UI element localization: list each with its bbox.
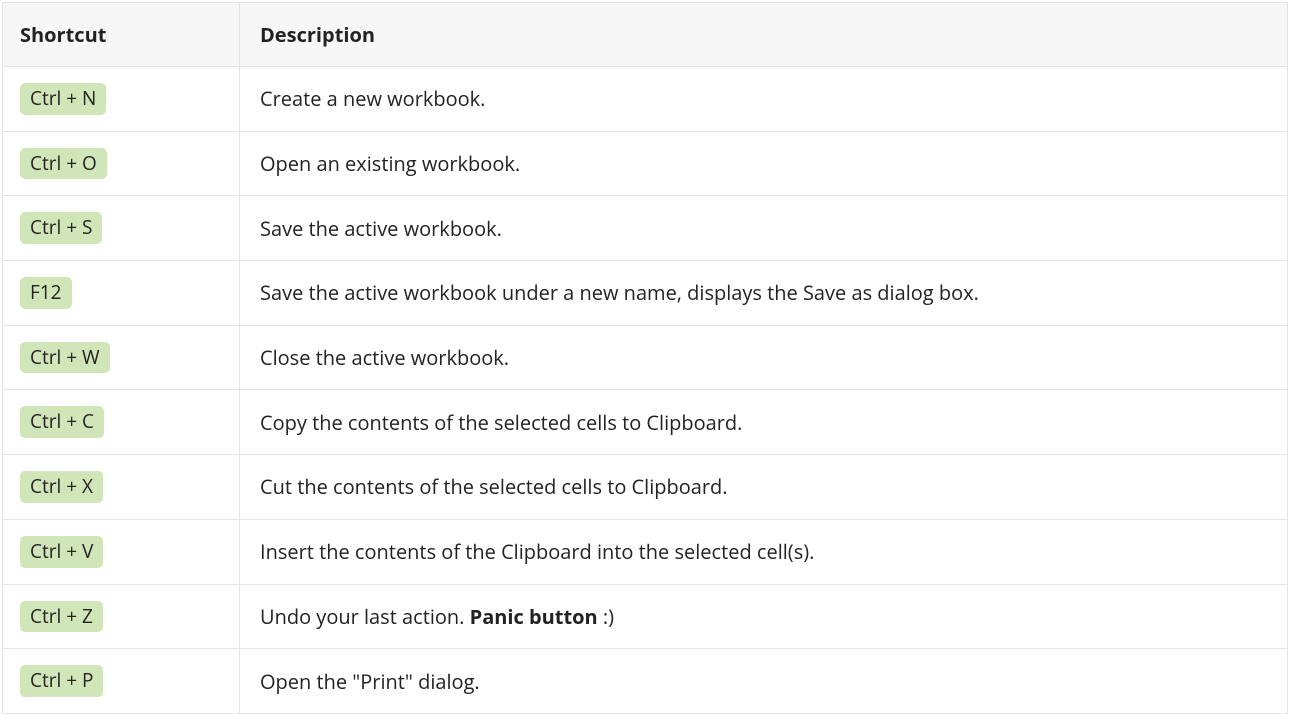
description-post: :)	[598, 603, 614, 630]
shortcut-key: Ctrl + W	[20, 342, 110, 374]
description-cell: Close the active workbook.	[240, 325, 1288, 390]
description-text: Save the active workbook under a new nam…	[260, 279, 979, 306]
description-cell: Create a new workbook.	[240, 67, 1288, 132]
shortcut-cell: Ctrl + P	[3, 649, 240, 714]
description-cell: Cut the contents of the selected cells t…	[240, 455, 1288, 520]
description-text: Create a new workbook.	[260, 85, 485, 112]
shortcut-key: Ctrl + C	[20, 406, 104, 438]
description-text: Open the "Print" dialog.	[260, 668, 480, 695]
description-cell: Save the active workbook under a new nam…	[240, 261, 1288, 326]
table-row: Ctrl + V Insert the contents of the Clip…	[3, 519, 1288, 584]
shortcut-cell: Ctrl + N	[3, 67, 240, 132]
table-row: Ctrl + S Save the active workbook.	[3, 196, 1288, 261]
description-cell: Open the "Print" dialog.	[240, 649, 1288, 714]
description-text: Save the active workbook.	[260, 215, 502, 242]
shortcut-cell: Ctrl + O	[3, 131, 240, 196]
shortcut-cell: Ctrl + S	[3, 196, 240, 261]
description-cell: Open an existing workbook.	[240, 131, 1288, 196]
shortcut-key: Ctrl + V	[20, 536, 103, 568]
description-text: Insert the contents of the Clipboard int…	[260, 538, 814, 565]
shortcut-key: Ctrl + O	[20, 148, 107, 180]
description-bold: Panic button	[470, 603, 598, 630]
table-row: F12 Save the active workbook under a new…	[3, 261, 1288, 326]
shortcut-cell: Ctrl + X	[3, 455, 240, 520]
table-row: Ctrl + X Cut the contents of the selecte…	[3, 455, 1288, 520]
shortcut-cell: Ctrl + V	[3, 519, 240, 584]
shortcut-cell: Ctrl + C	[3, 390, 240, 455]
shortcut-key: F12	[20, 277, 72, 309]
description-text: Copy the contents of the selected cells …	[260, 409, 742, 436]
shortcut-cell: Ctrl + W	[3, 325, 240, 390]
shortcut-key: Ctrl + N	[20, 83, 106, 115]
shortcut-key: Ctrl + X	[20, 471, 103, 503]
shortcut-key: Ctrl + S	[20, 212, 102, 244]
table-header-row: Shortcut Description	[3, 3, 1288, 67]
header-shortcut: Shortcut	[3, 3, 240, 67]
description-cell: Insert the contents of the Clipboard int…	[240, 519, 1288, 584]
shortcuts-table: Shortcut Description Ctrl + N Create a n…	[2, 2, 1288, 714]
header-description: Description	[240, 3, 1288, 67]
description-cell: Save the active workbook.	[240, 196, 1288, 261]
description-cell: Undo your last action. Panic button :)	[240, 584, 1288, 649]
shortcut-key: Ctrl + P	[20, 665, 103, 697]
shortcut-key: Ctrl + Z	[20, 601, 103, 633]
table-row: Ctrl + Z Undo your last action. Panic bu…	[3, 584, 1288, 649]
shortcut-cell: F12	[3, 261, 240, 326]
description-cell: Copy the contents of the selected cells …	[240, 390, 1288, 455]
description-text: Undo your last action.	[260, 603, 470, 630]
table-row: Ctrl + W Close the active workbook.	[3, 325, 1288, 390]
description-text: Cut the contents of the selected cells t…	[260, 473, 728, 500]
description-text: Open an existing workbook.	[260, 150, 520, 177]
shortcut-cell: Ctrl + Z	[3, 584, 240, 649]
description-text: Close the active workbook.	[260, 344, 509, 371]
table-row: Ctrl + N Create a new workbook.	[3, 67, 1288, 132]
table-row: Ctrl + C Copy the contents of the select…	[3, 390, 1288, 455]
table-row: Ctrl + P Open the "Print" dialog.	[3, 649, 1288, 714]
table-row: Ctrl + O Open an existing workbook.	[3, 131, 1288, 196]
